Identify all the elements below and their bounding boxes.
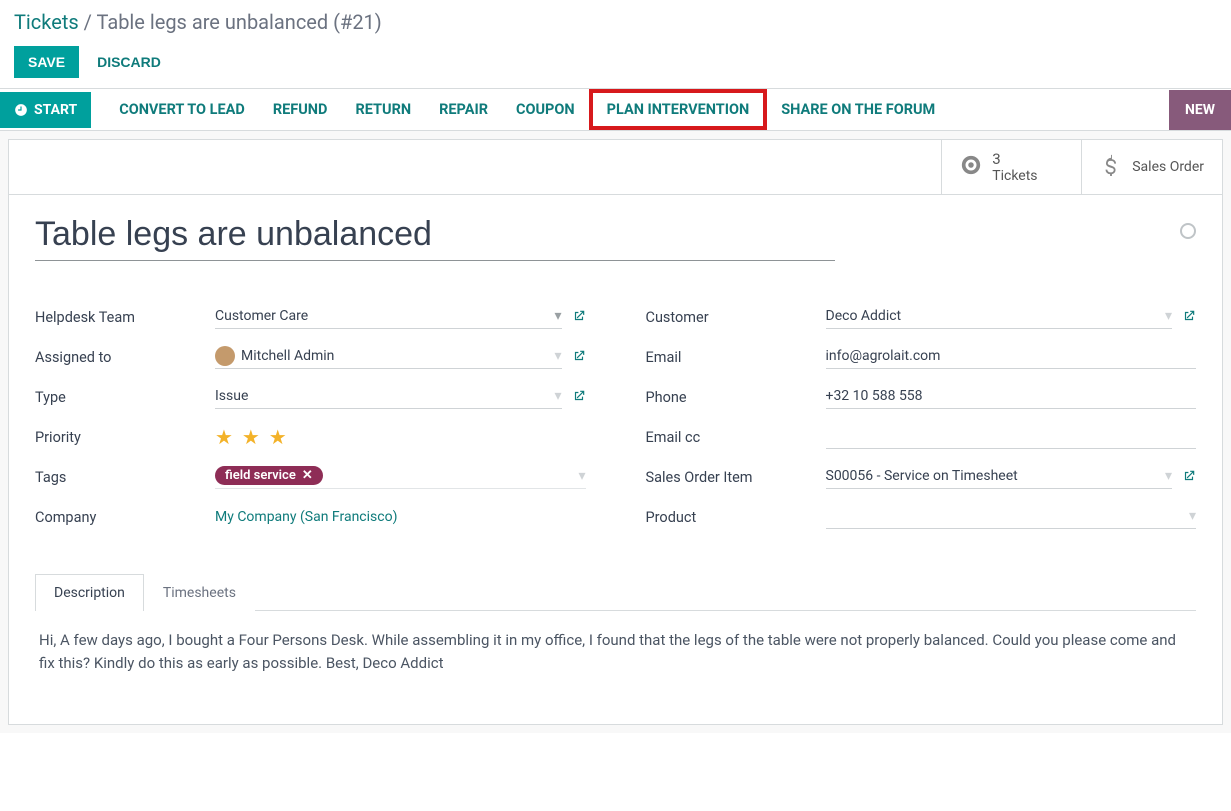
label-customer: Customer <box>646 309 826 326</box>
external-link-icon[interactable] <box>572 309 586 325</box>
label-so-item: Sales Order Item <box>646 469 826 486</box>
external-link-icon[interactable] <box>1182 469 1196 485</box>
plan-intervention-button[interactable]: PLAN INTERVENTION <box>607 101 750 118</box>
plan-intervention-highlight: PLAN INTERVENTION <box>589 89 768 130</box>
label-product: Product <box>646 509 826 526</box>
stat-sales-order-label: Sales Order <box>1132 159 1204 175</box>
caret-down-icon[interactable]: ▾ <box>578 468 585 484</box>
avatar <box>215 346 235 366</box>
caret-down-icon[interactable]: ▾ <box>1165 468 1172 484</box>
label-priority: Priority <box>35 429 215 446</box>
lifebuoy-icon <box>960 154 982 180</box>
caret-down-icon[interactable]: ▾ <box>554 308 561 324</box>
tab-description[interactable]: Description <box>35 574 144 611</box>
coupon-button[interactable]: COUPON <box>516 89 575 130</box>
clock-icon <box>14 103 28 117</box>
label-helpdesk-team: Helpdesk Team <box>35 309 215 326</box>
discard-button[interactable]: DISCARD <box>97 54 161 70</box>
label-email-cc: Email cc <box>646 429 826 446</box>
return-button[interactable]: RETURN <box>355 89 411 130</box>
field-phone[interactable]: +32 10 588 558 <box>826 385 1197 409</box>
label-tags: Tags <box>35 469 215 486</box>
field-type[interactable]: Issue ▾ <box>215 385 562 409</box>
field-tags[interactable]: field service ✕ ▾ <box>215 465 586 489</box>
tag-remove-icon[interactable]: ✕ <box>302 468 313 483</box>
external-link-icon[interactable] <box>1182 309 1196 325</box>
field-so-item[interactable]: S00056 - Service on Timesheet ▾ <box>826 465 1173 489</box>
label-phone: Phone <box>646 389 826 406</box>
label-email: Email <box>646 349 826 366</box>
external-link-icon[interactable] <box>572 389 586 405</box>
field-helpdesk-team[interactable]: Customer Care ▾ <box>215 305 562 329</box>
field-customer[interactable]: Deco Addict ▾ <box>826 305 1173 329</box>
breadcrumb-title: Table legs are unbalanced (#21) <box>96 10 381 34</box>
save-button[interactable]: SAVE <box>14 46 79 78</box>
ticket-title-input[interactable] <box>35 215 835 261</box>
breadcrumb-sep: / <box>84 10 97 34</box>
field-company[interactable]: My Company (San Francisco) <box>215 509 397 525</box>
caret-down-icon[interactable]: ▾ <box>1189 508 1196 524</box>
stat-tickets[interactable]: 3 Tickets <box>941 140 1081 194</box>
repair-button[interactable]: REPAIR <box>439 89 488 130</box>
field-assigned-to[interactable]: Mitchell Admin ▾ <box>215 345 562 369</box>
breadcrumb: Tickets / Table legs are unbalanced (#21… <box>14 10 1217 34</box>
stat-tickets-label: Tickets <box>992 168 1037 184</box>
stat-sales-order[interactable]: Sales Order <box>1081 140 1222 194</box>
label-company: Company <box>35 509 215 526</box>
description-body[interactable]: Hi, A few days ago, I bought a Four Pers… <box>35 611 1196 694</box>
stat-tickets-count: 3 <box>992 150 1037 168</box>
stage-new[interactable]: NEW <box>1169 90 1231 130</box>
external-link-icon[interactable] <box>572 349 586 365</box>
tab-timesheets[interactable]: Timesheets <box>144 574 255 611</box>
caret-down-icon[interactable]: ▾ <box>554 388 561 404</box>
convert-to-lead-button[interactable]: CONVERT TO LEAD <box>119 89 245 130</box>
share-forum-button[interactable]: SHARE ON THE FORUM <box>781 89 935 130</box>
field-email-cc[interactable] <box>826 425 1197 449</box>
label-type: Type <box>35 389 215 406</box>
refund-button[interactable]: REFUND <box>273 89 328 130</box>
field-product[interactable]: ▾ <box>826 505 1197 529</box>
label-assigned-to: Assigned to <box>35 349 215 366</box>
tag-field-service[interactable]: field service ✕ <box>215 466 323 485</box>
priority-stars[interactable]: ★ ★ ★ <box>215 425 289 449</box>
caret-down-icon[interactable]: ▾ <box>554 348 561 364</box>
field-email[interactable]: info@agrolait.com <box>826 345 1197 369</box>
caret-down-icon[interactable]: ▾ <box>1165 308 1172 324</box>
breadcrumb-root[interactable]: Tickets <box>14 10 79 34</box>
start-button[interactable]: START <box>0 92 91 128</box>
kanban-state-dot[interactable] <box>1180 223 1196 239</box>
dollar-icon <box>1100 154 1122 180</box>
